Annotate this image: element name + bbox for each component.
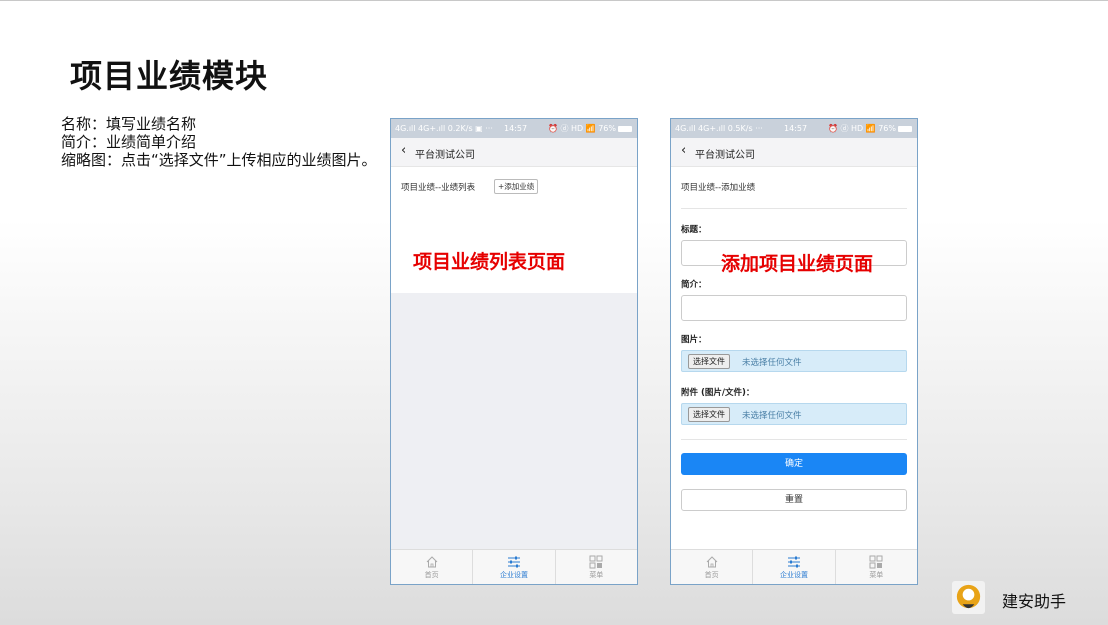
image-choose-file-button[interactable]: 选择文件: [688, 354, 730, 369]
attachment-file-status: 未选择任何文件: [742, 411, 802, 421]
title-label: 标题：: [681, 225, 707, 235]
home-icon: [426, 556, 438, 568]
tab-menu-label: 菜单: [589, 571, 604, 579]
nav-bar: ‹ 平台测试公司: [671, 138, 917, 167]
tab-company-settings-label: 企业设置: [499, 571, 528, 579]
attachment-label: 附件 (图片/文件)：: [681, 388, 755, 398]
phone-list-page: 4G.ıll 4G+.ıll 0.2K/s ▣ ··· 14:57 ⏰ ⓓ HD…: [390, 118, 638, 585]
back-icon[interactable]: ‹: [681, 143, 686, 158]
confirm-button[interactable]: 确定: [681, 453, 907, 475]
image-label: 图片：: [681, 335, 707, 345]
tab-bar: 首页 企业设置 菜单: [671, 549, 917, 584]
tab-company-settings[interactable]: 企业设置: [473, 550, 556, 584]
status-time: 14:57: [504, 124, 528, 133]
image-file-picker: 选择文件 未选择任何文件: [681, 350, 907, 372]
overlay-label-list: 项目业绩列表页面: [413, 251, 566, 273]
desc-name-line: 名称：填写业绩名称: [61, 115, 197, 133]
menu-grid-icon: [589, 555, 603, 569]
empty-area: [391, 293, 637, 550]
nav-title: 平台测试公司: [415, 150, 475, 161]
divider: [681, 439, 907, 440]
brand-name: 建安助手: [1002, 592, 1067, 611]
attachment-choose-file-button[interactable]: 选择文件: [688, 407, 730, 422]
menu-grid-icon: [869, 555, 883, 569]
tab-bar: 首页 企业设置 菜单: [391, 549, 637, 584]
desc-thumb-line: 缩略图：点击“选择文件”上传相应的业绩图片。: [61, 151, 377, 169]
overlay-label-add: 添加项目业绩页面: [721, 253, 874, 275]
tab-home[interactable]: 首页: [391, 550, 474, 584]
desc-intro-line: 简介：业绩简单介绍: [61, 133, 197, 151]
tab-menu-label: 菜单: [869, 571, 884, 579]
nav-bar: ‹ 平台测试公司: [391, 138, 637, 167]
status-right: ⏰ ⓓ HD 📶 76%: [548, 119, 632, 138]
signal-indicator: 4G.ıll 4G+.ıll 0.2K/s ▣ ···: [395, 124, 493, 133]
image-file-status: 未选择任何文件: [742, 358, 802, 368]
brand: 建安助手: [952, 581, 1092, 615]
intro-input[interactable]: [681, 295, 907, 321]
status-right: ⏰ ⓓ HD 📶 76%: [828, 119, 912, 138]
nav-title: 平台测试公司: [695, 150, 755, 161]
tab-home[interactable]: 首页: [671, 550, 754, 584]
phone-add-page: 4G.ıll 4G+.ıll 0.5K/s ··· 14:57 ⏰ ⓓ HD 📶…: [670, 118, 918, 585]
list-content: 项目业绩--业绩列表 +添加业绩 项目业绩列表页面: [391, 167, 637, 293]
status-bar: 4G.ıll 4G+.ıll 0.2K/s ▣ ··· 14:57 ⏰ ⓓ HD…: [391, 119, 637, 138]
slide-title: 项目业绩模块: [70, 57, 269, 95]
module-description: 名称：填写业绩名称 简介：业绩简单介绍 缩略图：点击“选择文件”上传相应的业绩图…: [61, 115, 377, 169]
form-title: 项目业绩--添加业绩: [681, 183, 756, 193]
tab-company-settings-label: 企业设置: [779, 571, 808, 579]
settings-sliders-icon: [507, 556, 520, 568]
signal-indicator: 4G.ıll 4G+.ıll 0.5K/s ···: [675, 124, 763, 133]
tab-company-settings[interactable]: 企业设置: [753, 550, 836, 584]
home-icon: [706, 556, 718, 568]
intro-label: 简介：: [681, 280, 707, 290]
reset-button[interactable]: 重置: [681, 489, 907, 511]
add-achievement-button[interactable]: +添加业绩: [494, 179, 539, 194]
back-icon[interactable]: ‹: [401, 143, 406, 158]
list-title: 项目业绩--业绩列表: [401, 183, 476, 193]
divider: [681, 208, 907, 209]
tab-home-label: 首页: [424, 571, 439, 579]
attachment-file-picker: 选择文件 未选择任何文件: [681, 403, 907, 425]
status-bar: 4G.ıll 4G+.ıll 0.5K/s ··· 14:57 ⏰ ⓓ HD 📶…: [671, 119, 917, 138]
battery-icon: [898, 125, 912, 132]
status-time: 14:57: [784, 124, 808, 133]
battery-icon: [618, 125, 632, 132]
brand-logo-icon: [952, 581, 985, 614]
settings-sliders-icon: [787, 556, 800, 568]
tab-home-label: 首页: [704, 571, 719, 579]
tab-menu[interactable]: 菜单: [556, 550, 637, 584]
tab-menu[interactable]: 菜单: [836, 550, 917, 584]
